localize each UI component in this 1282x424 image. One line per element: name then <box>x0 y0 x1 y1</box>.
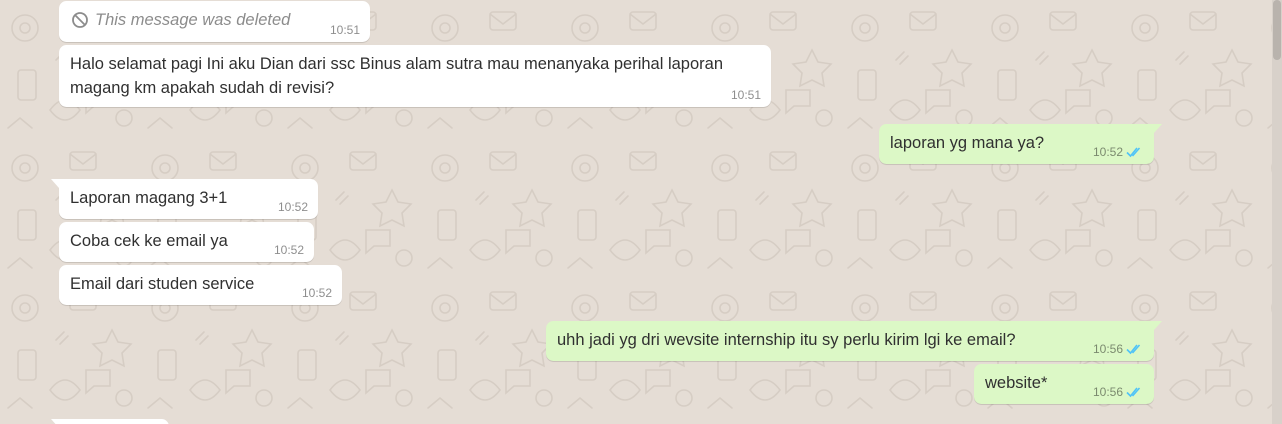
message-time: 10:52 <box>273 243 304 257</box>
message-text: laporan yg mana ya? <box>890 134 1045 152</box>
incoming-message-partial[interactable] <box>51 419 169 424</box>
incoming-message[interactable]: Coba cek ke email ya 10:52 <box>59 222 314 262</box>
incoming-message[interactable]: Email dari studen service 10:52 <box>59 265 342 305</box>
incoming-message-deleted[interactable]: This message was deleted 10:51 <box>59 1 370 42</box>
message-text: website* <box>985 374 1048 392</box>
message-text: uhh jadi yg dri wevsite internship itu s… <box>557 331 1016 349</box>
scrollbar-thumb[interactable] <box>1273 0 1281 60</box>
outgoing-message[interactable]: uhh jadi yg dri wevsite internship itu s… <box>546 321 1162 361</box>
message-text: Halo selamat pagi Ini aku Dian dari ssc … <box>70 55 724 97</box>
message-text: Email dari studen service <box>70 275 255 293</box>
message-time: 10:52 <box>277 200 308 214</box>
message-time: 10:52 <box>1092 145 1123 159</box>
message-time: 10:51 <box>730 88 761 102</box>
double-check-read-icon <box>1126 344 1141 355</box>
deleted-message-text: This message was deleted <box>95 11 291 29</box>
chat-scrollbar[interactable] <box>1272 0 1282 424</box>
double-check-read-icon <box>1126 387 1141 398</box>
prohibited-icon <box>72 12 88 28</box>
message-time: 10:56 <box>1092 385 1123 399</box>
message-time: 10:51 <box>329 23 360 37</box>
double-check-read-icon <box>1126 147 1141 158</box>
outgoing-message[interactable]: laporan yg mana ya? 10:52 <box>879 124 1162 164</box>
message-text: Coba cek ke email ya <box>70 232 228 250</box>
message-time: 10:56 <box>1092 342 1123 356</box>
outgoing-message[interactable]: website* 10:56 <box>974 364 1154 404</box>
message-text: Laporan magang 3+1 <box>70 189 228 207</box>
message-time: 10:52 <box>301 286 332 300</box>
incoming-message[interactable]: Halo selamat pagi Ini aku Dian dari ssc … <box>59 45 771 107</box>
incoming-message[interactable]: Laporan magang 3+1 10:52 <box>51 179 318 219</box>
